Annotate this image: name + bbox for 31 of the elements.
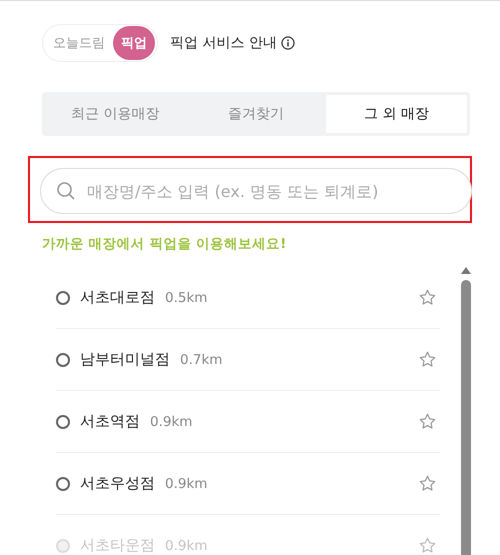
store-name: 남부터미널점 xyxy=(80,350,170,369)
search-field[interactable]: 매장명/주소 입력 (ex. 명동 또는 퇴계로) xyxy=(40,168,472,214)
radio-button[interactable] xyxy=(56,414,70,428)
star-icon[interactable] xyxy=(419,351,436,368)
info-icon[interactable] xyxy=(280,36,295,50)
radio-button[interactable] xyxy=(56,290,70,304)
store-name: 서초우성점 xyxy=(80,474,155,493)
star-icon[interactable] xyxy=(419,475,436,492)
search-icon xyxy=(56,181,76,201)
service-guide-link[interactable]: 픽업 서비스 안내 xyxy=(170,34,277,52)
store-distance: 0.7km xyxy=(180,352,222,368)
star-icon[interactable] xyxy=(419,289,436,306)
mode-toggle-option[interactable]: 픽업 xyxy=(113,26,155,60)
store-name: 서초타운점 xyxy=(80,536,155,555)
star-icon[interactable] xyxy=(419,413,436,430)
store-row[interactable]: 서초역점 0.9km xyxy=(56,391,440,453)
store-tab[interactable]: 그 외 매장 xyxy=(326,95,468,133)
store-row[interactable]: 서초우성점 0.9km xyxy=(56,453,440,515)
store-row[interactable]: 남부터미널점 0.7km xyxy=(56,329,440,391)
store-name: 서초대로점 xyxy=(80,288,155,307)
store-name: 서초역점 xyxy=(80,412,140,431)
nearby-stores-hint: 가까운 매장에서 픽업을 이용해보세요! xyxy=(42,235,288,253)
store-distance: 0.5km xyxy=(165,290,208,306)
store-distance: 0.9km xyxy=(165,476,208,492)
radio-button[interactable] xyxy=(56,476,70,490)
scrollbar-thumb[interactable] xyxy=(461,280,471,555)
scroll-up-icon[interactable] xyxy=(461,267,471,274)
radio-button[interactable] xyxy=(56,352,70,366)
store-distance: 0.9km xyxy=(165,538,208,554)
store-row[interactable]: 서초대로점 0.5km xyxy=(56,267,440,329)
store-distance: 0.9km xyxy=(150,414,192,430)
